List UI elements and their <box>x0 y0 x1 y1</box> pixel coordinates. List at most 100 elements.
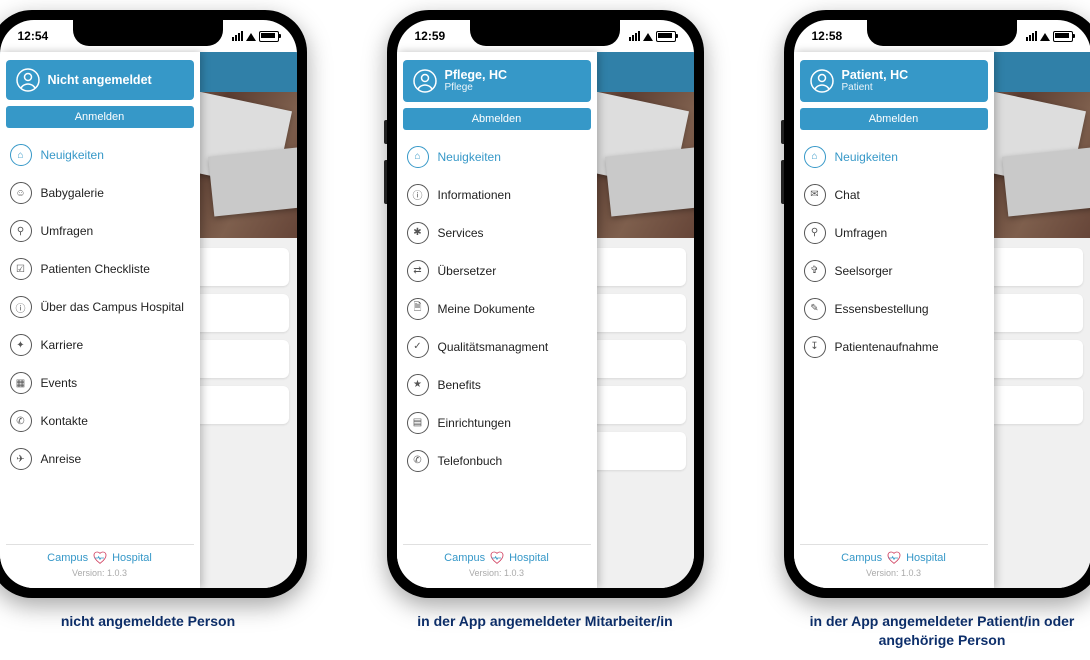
menu-item-label: Neuigkeiten <box>835 150 898 164</box>
user-icon <box>413 69 437 93</box>
user-icon <box>16 68 40 92</box>
brand-logo: CampusHospital <box>403 551 591 565</box>
menu-item-career[interactable]: ✦ Karriere <box>6 326 194 364</box>
menu-item-food[interactable]: ✎ Essensbestellung <box>800 290 988 328</box>
menu-item-chat[interactable]: ✉Chat <box>800 176 988 214</box>
auth-button[interactable]: Anmelden <box>6 106 194 128</box>
info-icon: ⓘ <box>10 296 32 318</box>
nav-drawer: Pflege, HCPflege Abmelden ⌂NeuigkeitenⓘInf… <box>397 52 597 588</box>
auth-button[interactable]: Abmelden <box>403 108 591 130</box>
menu-item-services[interactable]: ✱ Services <box>403 214 591 252</box>
menu-item-label: Anreise <box>41 452 82 466</box>
battery-icon <box>1053 31 1073 42</box>
food-icon: ✎ <box>804 298 826 320</box>
menu-item-plane[interactable]: ✈ Anreise <box>6 440 194 478</box>
menu-list: ⌂Neuigkeiten ☺ Babygalerie ⚲ Umfragen ☑ Patien… <box>6 136 194 544</box>
wifi-icon <box>1040 28 1050 41</box>
menu-item-label: Essensbestellung <box>835 302 929 316</box>
user-name: Patient, HC <box>842 68 909 82</box>
menu-item-phone[interactable]: ✆Telefonbuch <box>403 442 591 480</box>
home-icon: ⌂ <box>407 146 429 168</box>
menu-item-info[interactable]: ⓘInformationen <box>403 176 591 214</box>
chat-icon: ✉ <box>804 184 826 206</box>
user-header[interactable]: Nicht angemeldet <box>6 60 194 100</box>
menu-item-home[interactable]: ⌂Neuigkeiten <box>6 136 194 174</box>
poll-icon: ⚲ <box>10 220 32 242</box>
baby-icon: ☺ <box>10 182 32 204</box>
menu-item-label: Patientenaufnahme <box>835 340 939 354</box>
menu-item-poll[interactable]: ⚲ Umfragen <box>800 214 988 252</box>
version-label: Version: 1.0.3 <box>800 568 988 578</box>
menu-item-phone[interactable]: ✆Kontakte <box>6 402 194 440</box>
nav-drawer: Patient, HCPatientAbmelden⌂Neuigkeiten✉C… <box>794 52 994 588</box>
battery-icon <box>259 31 279 42</box>
menu-item-pastor[interactable]: ✞Seelsorger <box>800 252 988 290</box>
menu-item-home[interactable]: ⌂Neuigkeiten <box>403 138 591 176</box>
drawer-footer: CampusHospital Version: 1.0.3 <box>800 544 988 588</box>
menu-item-label: Benefits <box>438 378 481 392</box>
menu-item-intake[interactable]: ↧ Patientenaufnahme <box>800 328 988 366</box>
plane-icon: ✈ <box>10 448 32 470</box>
menu-item-translate[interactable]: ⇄Übersetzer <box>403 252 591 290</box>
auth-button[interactable]: Abmelden <box>800 108 988 130</box>
status-time: 12:54 <box>18 29 49 43</box>
user-icon <box>810 69 834 93</box>
quality-icon: ✓ <box>407 336 429 358</box>
menu-item-quality[interactable]: ✓Qualitätsmanagment <box>403 328 591 366</box>
user-name: Nicht angemeldet <box>48 73 152 87</box>
user-role: Pflege <box>445 82 508 94</box>
career-icon: ✦ <box>10 334 32 356</box>
menu-item-info[interactable]: ⓘ Über das Campus Hospital <box>6 288 194 326</box>
menu-item-label: Einrichtungen <box>438 416 511 430</box>
menu-item-baby[interactable]: ☺ Babygalerie <box>6 174 194 212</box>
user-header[interactable]: Patient, HCPatient <box>800 60 988 102</box>
wifi-icon <box>246 28 256 41</box>
menu-item-label: Über das Campus Hospital <box>41 300 184 314</box>
user-name: Pflege, HC <box>445 68 508 82</box>
menu-item-home[interactable]: ⌂ Neuigkeiten <box>800 138 988 176</box>
services-icon: ✱ <box>407 222 429 244</box>
translate-icon: ⇄ <box>407 260 429 282</box>
building-icon: ▤ <box>407 412 429 434</box>
benefits-icon: ★ <box>407 374 429 396</box>
status-time: 12:59 <box>415 29 446 43</box>
drawer-footer: CampusHospitalVersion: 1.0.3 <box>6 544 194 588</box>
status-time: 12:58 <box>812 29 843 43</box>
info-icon: ⓘ <box>407 184 429 206</box>
menu-item-label: Umfragen <box>835 226 888 240</box>
phone-caption: nicht angemeldete Person <box>61 612 235 631</box>
brand-logo: CampusHospital <box>6 551 194 565</box>
signal-icon <box>629 31 640 41</box>
user-role: Patient <box>842 82 909 94</box>
signal-icon <box>1026 31 1037 41</box>
menu-item-label: Karriere <box>41 338 84 352</box>
intake-icon: ↧ <box>804 336 826 358</box>
home-icon: ⌂ <box>804 146 826 168</box>
heart-icon <box>886 551 902 565</box>
menu-item-label: Seelsorger <box>835 264 893 278</box>
calendar-icon: ▦ <box>10 372 32 394</box>
checklist-icon: ☑ <box>10 258 32 280</box>
menu-item-checklist[interactable]: ☑ Patienten Checkliste <box>6 250 194 288</box>
menu-item-building[interactable]: ▤ Einrichtungen <box>403 404 591 442</box>
menu-list: ⌂NeuigkeitenⓘInformationen ✱ Services ⇄Über… <box>403 138 591 544</box>
menu-item-calendar[interactable]: ▦Events <box>6 364 194 402</box>
menu-item-label: Patienten Checkliste <box>41 262 150 276</box>
menu-item-label: Services <box>438 226 484 240</box>
menu-item-label: Kontakte <box>41 414 88 428</box>
menu-item-benefits[interactable]: ★ Benefits <box>403 366 591 404</box>
user-header[interactable]: Pflege, HCPflege <box>403 60 591 102</box>
brand-logo: CampusHospital <box>800 551 988 565</box>
menu-item-doc[interactable]: 🗎Meine Dokumente <box>403 290 591 328</box>
menu-item-label: Meine Dokumente <box>438 302 535 316</box>
menu-item-label: Telefonbuch <box>438 454 503 468</box>
version-label: Version: 1.0.3 <box>403 568 591 578</box>
menu-item-label: Babygalerie <box>41 186 104 200</box>
menu-item-poll[interactable]: ⚲ Umfragen <box>6 212 194 250</box>
heart-icon <box>92 551 108 565</box>
drawer-footer: CampusHospital Version: 1.0.3 <box>403 544 591 588</box>
menu-list: ⌂ Neuigkeiten ✉Chat ⚲ Umfragen ✞Seelsorger ✎ Es… <box>800 138 988 544</box>
home-icon: ⌂ <box>10 144 32 166</box>
menu-item-label: Umfragen <box>41 224 94 238</box>
poll-icon: ⚲ <box>804 222 826 244</box>
